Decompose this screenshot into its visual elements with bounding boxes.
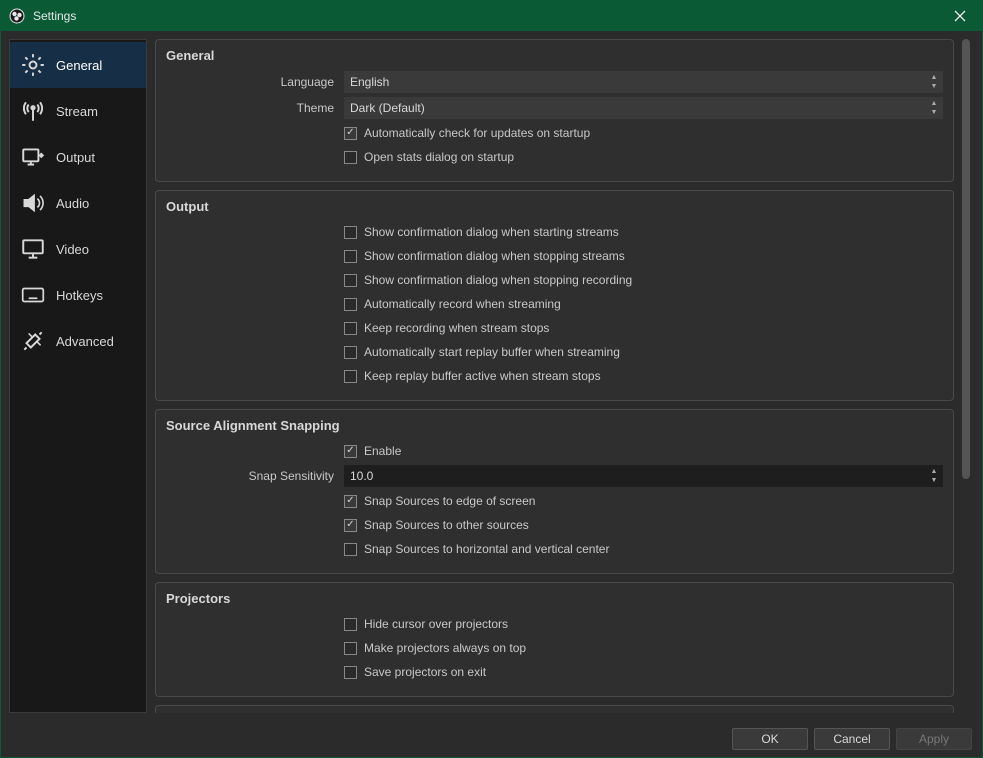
sidebar-item-general[interactable]: General — [10, 42, 146, 88]
group-title: Source Alignment Snapping — [166, 418, 943, 433]
hide-cursor-label: Hide cursor over projectors — [364, 617, 508, 631]
snap-center-checkbox[interactable] — [344, 543, 357, 556]
theme-value: Dark (Default) — [350, 101, 425, 115]
content-wrap: General Language English ▲ ▼ — [155, 39, 974, 713]
confirm-stop-rec-checkbox[interactable] — [344, 274, 357, 287]
theme-label: Theme — [166, 101, 344, 115]
sidebar-item-hotkeys[interactable]: Hotkeys — [10, 272, 146, 318]
monitor-icon — [20, 236, 46, 262]
sidebar-item-video[interactable]: Video — [10, 226, 146, 272]
snap-sensitivity-spinbox[interactable]: 10.0 ▲ ▼ — [344, 465, 943, 487]
tools-icon — [20, 328, 46, 354]
open-stats-checkbox[interactable] — [344, 151, 357, 164]
group-title: Output — [166, 199, 943, 214]
theme-combo[interactable]: Dark (Default) ▲ ▼ — [344, 97, 943, 119]
body: General Stream — [1, 31, 982, 721]
speaker-icon — [20, 190, 46, 216]
confirm-stop-checkbox[interactable] — [344, 250, 357, 263]
snapping-enable-checkbox[interactable] — [344, 445, 357, 458]
snap-edge-checkbox[interactable] — [344, 495, 357, 508]
always-top-checkbox[interactable] — [344, 642, 357, 655]
chevron-down-icon: ▼ — [927, 109, 941, 117]
app-icon — [9, 8, 25, 24]
keep-replay-checkbox[interactable] — [344, 370, 357, 383]
chevron-up-icon: ▲ — [927, 468, 941, 476]
keep-replay-label: Keep replay buffer active when stream st… — [364, 369, 601, 383]
footer: OK Cancel Apply — [1, 721, 982, 757]
scrollbar[interactable] — [958, 39, 974, 713]
chevron-up-icon: ▲ — [927, 74, 941, 82]
sidebar-item-stream[interactable]: Stream — [10, 88, 146, 134]
auto-replay-checkbox[interactable] — [344, 346, 357, 359]
confirm-start-label: Show confirmation dialog when starting s… — [364, 225, 619, 239]
sidebar-item-label: Stream — [56, 104, 98, 119]
sidebar-item-audio[interactable]: Audio — [10, 180, 146, 226]
window-title: Settings — [33, 9, 937, 23]
antenna-icon — [20, 98, 46, 124]
check-updates-checkbox[interactable] — [344, 127, 357, 140]
group-systray: System Tray Enable Minimize to system tr… — [155, 705, 954, 713]
cancel-button[interactable]: Cancel — [814, 728, 890, 750]
snapping-enable-label: Enable — [364, 444, 401, 458]
hide-cursor-checkbox[interactable] — [344, 618, 357, 631]
snap-other-label: Snap Sources to other sources — [364, 518, 529, 532]
group-snapping: Source Alignment Snapping Enable Snap Se… — [155, 409, 954, 574]
confirm-stop-rec-label: Show confirmation dialog when stopping r… — [364, 273, 632, 287]
group-title: General — [166, 48, 943, 63]
combo-spinner[interactable]: ▲ ▼ — [927, 71, 941, 93]
auto-record-checkbox[interactable] — [344, 298, 357, 311]
close-button[interactable] — [937, 1, 982, 31]
chevron-up-icon: ▲ — [927, 100, 941, 108]
gear-icon — [20, 52, 46, 78]
keyboard-icon — [20, 282, 46, 308]
auto-replay-label: Automatically start replay buffer when s… — [364, 345, 620, 359]
sidebar: General Stream — [9, 39, 147, 713]
sidebar-item-label: Advanced — [56, 334, 114, 349]
sidebar-item-label: Video — [56, 242, 89, 257]
snap-sensitivity-value: 10.0 — [350, 469, 373, 483]
group-projectors: Projectors Hide cursor over projectors M… — [155, 582, 954, 697]
sidebar-item-label: Audio — [56, 196, 89, 211]
group-output: Output Show confirmation dialog when sta… — [155, 190, 954, 401]
snap-other-checkbox[interactable] — [344, 519, 357, 532]
chevron-down-icon: ▼ — [927, 477, 941, 485]
content: General Language English ▲ ▼ — [155, 39, 958, 713]
output-icon — [20, 144, 46, 170]
check-updates-label: Automatically check for updates on start… — [364, 126, 590, 140]
save-exit-checkbox[interactable] — [344, 666, 357, 679]
sidebar-item-label: Hotkeys — [56, 288, 103, 303]
save-exit-label: Save projectors on exit — [364, 665, 486, 679]
snap-edge-label: Snap Sources to edge of screen — [364, 494, 535, 508]
group-title: Projectors — [166, 591, 943, 606]
confirm-stop-label: Show confirmation dialog when stopping s… — [364, 249, 625, 263]
combo-spinner[interactable]: ▲ ▼ — [927, 97, 941, 119]
titlebar: Settings — [1, 1, 982, 31]
chevron-down-icon: ▼ — [927, 83, 941, 91]
group-general: General Language English ▲ ▼ — [155, 39, 954, 182]
language-value: English — [350, 75, 389, 89]
keep-recording-label: Keep recording when stream stops — [364, 321, 549, 335]
snap-sensitivity-label: Snap Sensitivity — [166, 469, 344, 483]
open-stats-label: Open stats dialog on startup — [364, 150, 514, 164]
sidebar-item-label: Output — [56, 150, 95, 165]
ok-button[interactable]: OK — [732, 728, 808, 750]
auto-record-label: Automatically record when streaming — [364, 297, 561, 311]
sidebar-item-label: General — [56, 58, 102, 73]
keep-recording-checkbox[interactable] — [344, 322, 357, 335]
sidebar-item-advanced[interactable]: Advanced — [10, 318, 146, 364]
language-combo[interactable]: English ▲ ▼ — [344, 71, 943, 93]
confirm-start-checkbox[interactable] — [344, 226, 357, 239]
always-top-label: Make projectors always on top — [364, 641, 526, 655]
apply-button[interactable]: Apply — [896, 728, 972, 750]
spinbox-spinner[interactable]: ▲ ▼ — [927, 465, 941, 487]
settings-window: Settings General — [0, 0, 983, 758]
scrollbar-thumb[interactable] — [962, 39, 970, 479]
sidebar-item-output[interactable]: Output — [10, 134, 146, 180]
snap-center-label: Snap Sources to horizontal and vertical … — [364, 542, 609, 556]
language-label: Language — [166, 75, 344, 89]
